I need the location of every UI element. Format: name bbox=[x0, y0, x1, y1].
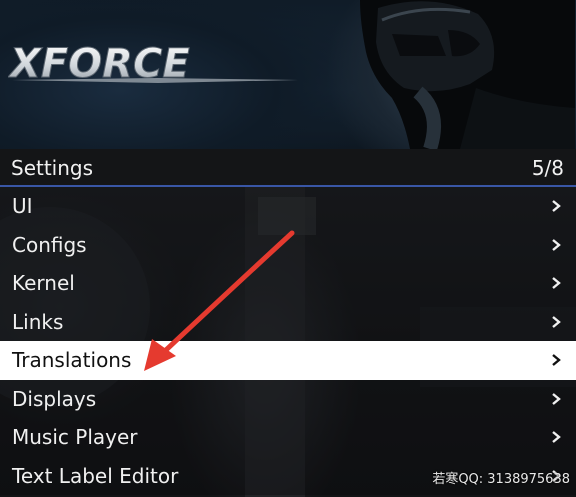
menu-item-label: Text Label Editor bbox=[12, 463, 179, 488]
xforce-logo: XFORCE bbox=[8, 41, 298, 88]
settings-header: Settings 5/8 bbox=[0, 149, 576, 187]
menu-item-label: Music Player bbox=[12, 425, 138, 449]
watermark: 若寒QQ: 3138975638 bbox=[432, 472, 570, 487]
svg-text:XFORCE: XFORCE bbox=[8, 41, 190, 87]
page-title: Settings bbox=[11, 156, 94, 180]
menu-item-translations[interactable]: Translations bbox=[0, 341, 576, 380]
chevron-right-icon bbox=[552, 315, 561, 328]
menu-item-ui[interactable]: UI bbox=[0, 187, 576, 226]
menu-item-label: Displays bbox=[12, 386, 97, 411]
chevron-right-icon bbox=[552, 200, 561, 212]
chevron-right-icon bbox=[552, 277, 561, 289]
menu-item-kernel[interactable]: Kernel bbox=[0, 264, 576, 303]
menu-item-label: Translations bbox=[12, 348, 132, 372]
chevron-right-icon bbox=[552, 431, 561, 443]
chevron-right-icon bbox=[552, 354, 561, 366]
banner: XFORCE bbox=[0, 0, 576, 149]
menu-item-displays[interactable]: Displays bbox=[0, 379, 576, 418]
menu-item-label: Configs bbox=[12, 232, 87, 257]
menu-item-music-player[interactable]: Music Player bbox=[0, 418, 576, 457]
settings-menu: UI Configs Kernel Links Translations Dis… bbox=[0, 187, 576, 497]
menu-item-configs[interactable]: Configs bbox=[0, 225, 576, 264]
menu-item-links[interactable]: Links bbox=[0, 302, 576, 341]
menu-item-label: Links bbox=[12, 309, 64, 334]
menu-item-label: UI bbox=[12, 194, 33, 218]
chevron-right-icon bbox=[552, 238, 561, 251]
page-counter: 5/8 bbox=[531, 156, 564, 180]
chevron-right-icon bbox=[552, 392, 561, 405]
menu-item-label: Kernel bbox=[12, 271, 75, 295]
